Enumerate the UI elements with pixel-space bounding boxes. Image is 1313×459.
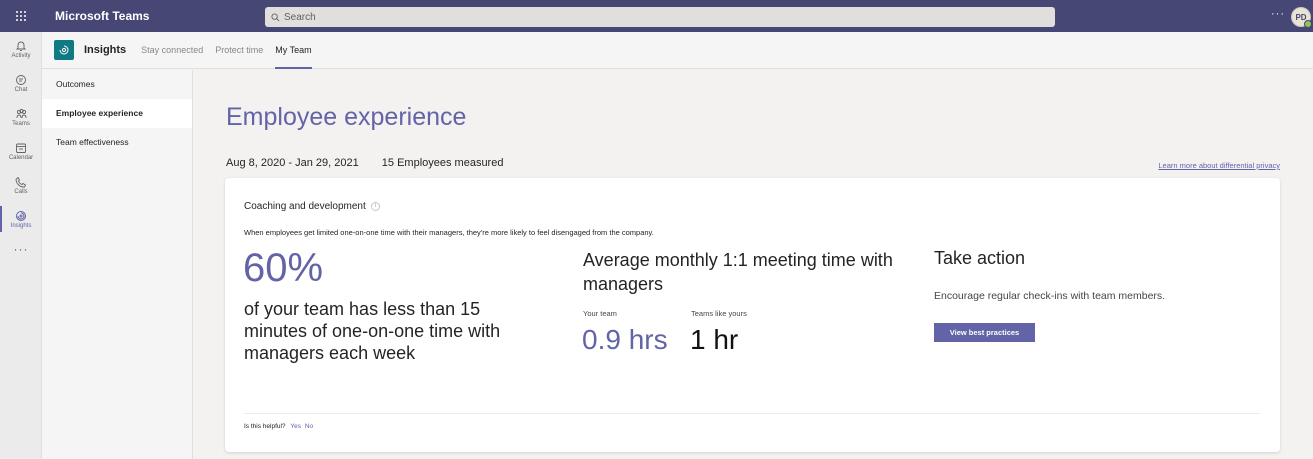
- info-icon[interactable]: i: [370, 202, 380, 211]
- helpful-no-link[interactable]: No: [305, 423, 313, 430]
- action-description: Encourage regular check-ins with team me…: [934, 290, 1166, 302]
- chat-icon: [16, 74, 26, 85]
- tab-stay-connected[interactable]: Stay connected: [141, 32, 203, 69]
- more-apps-icon[interactable]: ···: [0, 242, 42, 256]
- your-team-label: Your team: [583, 309, 617, 318]
- insight-card: Coaching and development i When employee…: [225, 178, 1280, 452]
- card-description: When employees get limited one-on-one ti…: [244, 228, 654, 237]
- big-stat: 60%: [243, 246, 324, 290]
- title-bar: Microsoft Teams Search ··· PD: [0, 0, 1313, 32]
- rail-item-label: Insights: [10, 222, 32, 229]
- employees-measured: 15 Employees measured: [381, 157, 504, 169]
- app-header: Insights Stay connected Protect time My …: [42, 32, 1313, 69]
- teams-like-label: Teams like yours: [691, 309, 747, 318]
- search-placeholder: Search: [284, 11, 316, 23]
- main-content: Employee experience Aug 8, 2020 - Jan 29…: [194, 70, 1313, 459]
- rail-item-label: Teams: [12, 120, 30, 127]
- left-nav: Outcomes Employee experience Team effect…: [42, 70, 193, 459]
- teams-like-value: 1 hr: [690, 324, 739, 355]
- rail-item-activity[interactable]: Activity: [0, 32, 42, 66]
- helpful-feedback: Is this helpful? Yes No: [244, 423, 313, 430]
- your-team-value: 0.9 hrs: [582, 324, 668, 355]
- rail-item-calendar[interactable]: Calendar: [0, 134, 42, 168]
- app-rail: Activity Chat Teams Calendar Calls Insig…: [0, 32, 42, 459]
- privacy-link[interactable]: Learn more about differential privacy: [1158, 161, 1280, 170]
- phone-icon: [15, 176, 27, 187]
- helpful-question: Is this helpful?: [244, 423, 286, 430]
- search-icon: [271, 12, 280, 21]
- rail-item-teams[interactable]: Teams: [0, 100, 42, 134]
- tab-protect-time[interactable]: Protect time: [215, 32, 263, 69]
- rail-item-chat[interactable]: Chat: [0, 66, 42, 100]
- rail-item-label: Chat: [14, 86, 28, 93]
- divider: [244, 413, 1260, 414]
- metric-title: Average monthly 1:1 meeting time with ma…: [583, 250, 893, 294]
- helpful-yes-link[interactable]: Yes: [290, 423, 301, 430]
- nav-item-team-effectiveness[interactable]: Team effectiveness: [42, 128, 192, 157]
- action-title: Take action: [934, 248, 1026, 268]
- search-input[interactable]: Search: [265, 7, 1055, 27]
- rail-item-calls[interactable]: Calls: [0, 168, 42, 202]
- card-title: Coaching and development i: [244, 201, 380, 212]
- teams-icon: [16, 108, 26, 118]
- big-stat-text: of your team has less than 15 minutes of…: [244, 299, 501, 363]
- app-name: Insights: [84, 44, 127, 56]
- rail-item-insights[interactable]: Insights: [0, 202, 42, 236]
- insights-logo-icon: [54, 40, 74, 60]
- rail-item-label: Activity: [11, 52, 31, 59]
- presence-indicator: [1304, 20, 1312, 28]
- nav-item-outcomes[interactable]: Outcomes: [42, 70, 192, 99]
- page-meta: Aug 8, 2020 - Jan 29, 2021 15 Employees …: [226, 157, 503, 169]
- avatar[interactable]: PD: [1291, 7, 1312, 28]
- card-title-text: Coaching and development: [244, 201, 366, 212]
- app-title: Microsoft Teams: [55, 9, 150, 23]
- date-range: Aug 8, 2020 - Jan 29, 2021: [226, 157, 359, 169]
- page-title: Employee experience: [226, 103, 467, 131]
- insights-icon: [16, 210, 26, 221]
- more-options-icon[interactable]: ···: [1271, 8, 1285, 20]
- calendar-icon: [16, 143, 26, 153]
- view-best-practices-button[interactable]: View best practices: [934, 323, 1035, 342]
- nav-item-employee-experience[interactable]: Employee experience: [42, 99, 192, 128]
- rail-item-label: Calendar: [8, 154, 34, 161]
- rail-item-label: Calls: [14, 188, 28, 195]
- tab-my-team[interactable]: My Team: [275, 32, 312, 69]
- app-launcher-icon[interactable]: [0, 0, 42, 32]
- bell-icon: [15, 41, 27, 51]
